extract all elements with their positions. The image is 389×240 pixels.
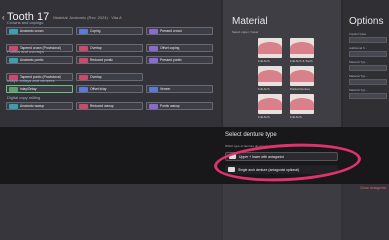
thumbnail-label: Full Arch & Tooth (290, 59, 313, 63)
option-field[interactable] (349, 65, 387, 71)
button-label: Offset inlay (90, 87, 107, 91)
thumbnail-label: Partial Denture (290, 87, 311, 91)
dialog-title: Select denture type (225, 132, 277, 138)
button-label: Reduced waxup (90, 104, 114, 108)
dimmed-area (0, 184, 389, 240)
button-label: Pressed crown (160, 29, 182, 33)
denture-image (290, 42, 314, 54)
button-label: Anatomic pontic (20, 58, 44, 62)
restoration-type-icon (149, 28, 158, 34)
option-field[interactable] (349, 93, 387, 99)
section-label: Digital copy milling (7, 95, 41, 100)
button-label: Anatomic waxup (20, 104, 45, 108)
section-label: Pontics and overlays (7, 49, 44, 54)
denture-image (258, 42, 282, 54)
material-title: Material (232, 16, 268, 27)
button-label: Overlap (90, 75, 102, 79)
option-label: Additional fi... (349, 46, 368, 50)
button-label: Veneer (160, 87, 171, 91)
restoration-button[interactable]: Pressed pontic (146, 56, 213, 64)
restoration-type-icon (79, 86, 88, 92)
button-label: Overlap (90, 46, 102, 50)
denture-image (258, 98, 282, 110)
restoration-button[interactable]: Veneer (146, 85, 213, 93)
restoration-button[interactable]: Overlap (76, 44, 143, 52)
close-antagonist-link[interactable]: Close antagonist (360, 186, 386, 190)
thumbnail-label: Full Arch (258, 87, 270, 91)
option-label: Material Typ... (349, 60, 368, 64)
option-field[interactable] (349, 79, 387, 85)
thumbnail-label: Full Arch (258, 59, 270, 63)
restoration-button[interactable]: Inlay/Onlay (6, 85, 73, 93)
button-label: Offset coping (160, 46, 180, 50)
material-subtitle: Select upper / lower (232, 30, 259, 34)
option-label: Implant base (349, 32, 367, 36)
restoration-type-icon (9, 86, 18, 92)
restoration-button[interactable]: Pressed crown (146, 27, 213, 35)
option-field[interactable] (349, 51, 387, 57)
thumbnail-label: Full Arch (258, 115, 270, 119)
restoration-type-icon (149, 57, 158, 63)
button-label: Anatomic crown (20, 29, 44, 33)
restoration-button[interactable]: Pontic waxup (146, 102, 213, 110)
option-label: Material Typ... (349, 88, 368, 92)
option-label: Material Typ... (349, 74, 368, 78)
denture-image (290, 98, 314, 110)
material-thumbnail[interactable] (290, 38, 314, 58)
material-thumbnail[interactable] (290, 66, 314, 86)
restoration-type-icon (149, 45, 158, 51)
restoration-type-icon (79, 28, 88, 34)
restoration-type-icon (79, 74, 88, 80)
material-summary: Material: Anatomic (Rev. 2024) · Vita A (53, 14, 122, 20)
restoration-type-icon (9, 28, 18, 34)
button-label: Coping (90, 29, 101, 33)
restoration-button[interactable]: Reduced pontic (76, 56, 143, 64)
material-thumbnail[interactable] (258, 66, 282, 86)
button-label: Pressed pontic (160, 58, 182, 62)
material-thumbnail[interactable] (290, 94, 314, 114)
thumbnail-label: Full Arch (290, 115, 302, 119)
restoration-type-icon (9, 57, 18, 63)
restoration-button[interactable]: Anatomic waxup (6, 102, 73, 110)
option-field[interactable] (349, 37, 387, 43)
section-label: Crowns and copings (7, 20, 44, 25)
restoration-type-icon (149, 86, 158, 92)
restoration-button[interactable]: Anatomic pontic (6, 56, 73, 64)
restoration-type-icon (9, 103, 18, 109)
restoration-button[interactable]: Reduced waxup (76, 102, 143, 110)
chevron-left-icon[interactable]: ‹ (2, 13, 5, 22)
options-title: Options (349, 16, 384, 27)
denture-image (290, 70, 314, 82)
button-label: Reduced pontic (90, 58, 113, 62)
restoration-type-icon (79, 57, 88, 63)
restoration-type-icon (149, 103, 158, 109)
material-thumbnail[interactable] (258, 38, 282, 58)
restoration-type-icon (79, 103, 88, 109)
denture-image (258, 70, 282, 82)
button-label: Inlay/Onlay (20, 87, 37, 91)
section-label: Inlays, onlays and veneers (7, 78, 55, 83)
restoration-button[interactable]: Offset inlay (76, 85, 143, 93)
restoration-button[interactable]: Anatomic crown (6, 27, 73, 35)
restoration-button[interactable]: Coping (76, 27, 143, 35)
restoration-type-icon (79, 45, 88, 51)
restoration-button[interactable]: Offset coping (146, 44, 213, 52)
material-thumbnail[interactable] (258, 94, 282, 114)
button-label: Pontic waxup (160, 104, 180, 108)
restoration-button[interactable]: Overlap (76, 73, 143, 81)
